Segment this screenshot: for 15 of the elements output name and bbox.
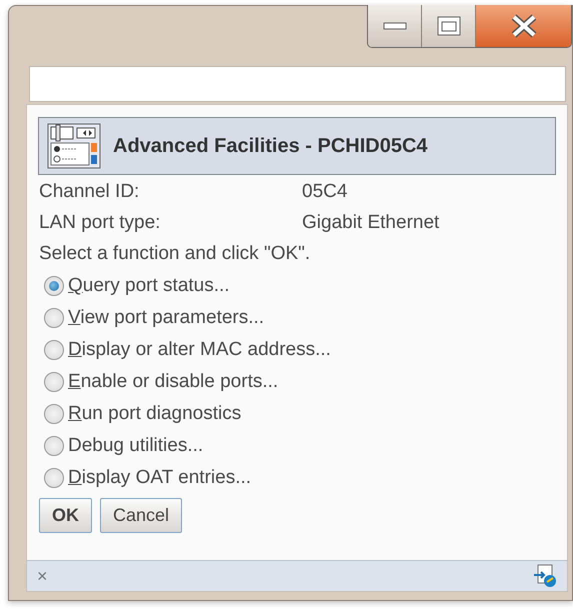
dialog-title: Advanced Facilities - PCHID05C4 [113, 134, 428, 159]
instruction-text: Select a function and click "OK". [39, 242, 310, 266]
option-label[interactable]: Display or alter MAC address... [68, 336, 331, 364]
option-label[interactable]: Enable or disable ports... [68, 368, 278, 396]
ok-button[interactable]: OK [39, 498, 92, 533]
option-label[interactable]: View port parameters... [68, 304, 264, 332]
field-value: 05C4 [302, 180, 348, 204]
option-label[interactable]: Query port status... [68, 272, 230, 300]
field-label: LAN port type: [39, 211, 162, 236]
field-value: Gigabit Ethernet [302, 211, 440, 236]
cancel-button[interactable]: Cancel [100, 498, 182, 533]
option-label[interactable]: Debug utilities... [68, 432, 204, 460]
option-label[interactable]: Run port diagnostics [68, 400, 242, 428]
option-label[interactable]: Display OAT entries... [68, 464, 252, 492]
field-label: Channel ID: [39, 180, 140, 204]
